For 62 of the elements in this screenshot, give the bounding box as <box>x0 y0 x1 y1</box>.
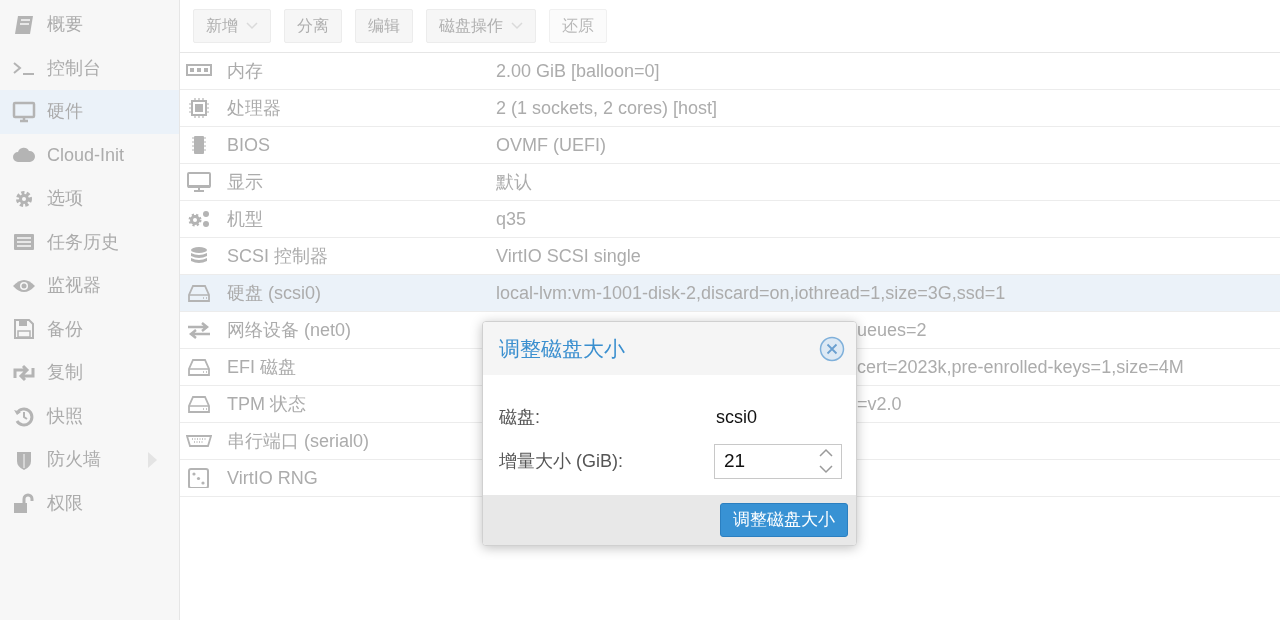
hard-drive-icon <box>186 357 212 377</box>
sidebar-item[interactable]: Cloud-Init <box>0 133 179 177</box>
dice-icon <box>186 468 212 488</box>
row-value: 2 (1 sockets, 2 cores) [host] <box>496 96 718 120</box>
sidebar-item[interactable]: 权限 <box>0 481 179 525</box>
toolbar-button[interactable]: 磁盘操作 <box>426 9 536 43</box>
monitor-icon <box>12 100 36 123</box>
resize-button[interactable]: 调整磁盘大小 <box>720 503 848 537</box>
row-name: 串行端口 (serial0) <box>227 429 370 453</box>
row-value: 2.00 GiB [balloon=0] <box>496 59 660 83</box>
row-name: 机型 <box>227 207 264 231</box>
hard-drive-icon <box>186 394 212 414</box>
monitor-icon <box>186 172 212 192</box>
table-row[interactable]: 硬盘 (scsi0) local-lvm:vm-1001-disk-2,discard=on,iothread=1,size=3G,ssd=1 <box>180 275 1280 312</box>
row-name: 内存 <box>227 59 264 83</box>
gears-icon <box>186 209 212 229</box>
number-field[interactable]: 21 <box>714 443 842 479</box>
close-button[interactable] <box>819 335 845 362</box>
hard-drive-icon <box>186 283 212 303</box>
chip-icon <box>186 98 212 118</box>
sidebar-item[interactable]: 复制 <box>0 351 179 395</box>
row-value: cert=2023k,pre-enrolled-keys=1,size=4M <box>857 355 1184 379</box>
sidebar-item[interactable]: 控制台 <box>0 46 179 90</box>
history-icon <box>12 405 36 428</box>
row-name: VirtIO RNG <box>227 466 319 490</box>
unlock-icon <box>12 492 36 515</box>
row-value: 默认 <box>496 170 532 194</box>
sidebar-item[interactable]: 概要 <box>0 3 179 47</box>
exchange-icon <box>186 320 212 340</box>
row-value: local-lvm:vm-1001-disk-2,discard=on,iothread=1,size=3G,ssd=1 <box>496 281 1006 305</box>
table-row[interactable]: 显示 默认 <box>180 164 1280 201</box>
row-name: 网络设备 (net0) <box>227 318 353 342</box>
dialog-title: 调整磁盘大小 <box>499 335 625 362</box>
sidebar-item[interactable]: 备份 <box>0 307 179 351</box>
table-row[interactable]: 机型 q35 <box>180 201 1280 238</box>
row-value: VirtIO SCSI single <box>496 244 641 268</box>
sidebar-item[interactable]: 任务历史 <box>0 220 179 264</box>
toolbar-button[interactable]: 新增 <box>193 9 271 43</box>
sidebar-item[interactable]: 硬件 <box>0 90 179 134</box>
row-value: q35 <box>496 207 527 231</box>
row-name: SCSI 控制器 <box>227 244 329 268</box>
toolbar-button[interactable]: 编辑 <box>355 9 413 43</box>
spinner-arrows-icon <box>819 447 833 474</box>
table-row[interactable]: BIOS OVMF (UEFI) <box>180 127 1280 164</box>
sidebar-item[interactable]: 快照 <box>0 394 179 438</box>
sidebar-item[interactable]: 防火墙 <box>0 438 179 482</box>
row-value: =v2.0 <box>857 392 902 416</box>
row-value: ueues=2 <box>857 318 927 342</box>
row-name: BIOS <box>227 133 271 157</box>
book-icon <box>12 13 36 36</box>
row-name: 显示 <box>227 170 264 194</box>
row-name: EFI 磁盘 <box>227 355 297 379</box>
row-name: 处理器 <box>227 96 282 120</box>
sidebar-item[interactable]: 监视器 <box>0 264 179 308</box>
table-row[interactable]: 内存 2.00 GiB [balloon=0] <box>180 53 1280 90</box>
row-name: TPM 状态 <box>227 392 307 416</box>
floppy-icon <box>12 318 36 341</box>
sidebar-item[interactable]: 选项 <box>0 177 179 221</box>
row-value: OVMF (UEFI) <box>496 133 606 157</box>
table-row[interactable]: 处理器 2 (1 sockets, 2 cores) [host] <box>180 90 1280 127</box>
toolbar-button[interactable]: 分离 <box>284 9 342 43</box>
row-name: 硬盘 (scsi0) <box>227 281 322 305</box>
